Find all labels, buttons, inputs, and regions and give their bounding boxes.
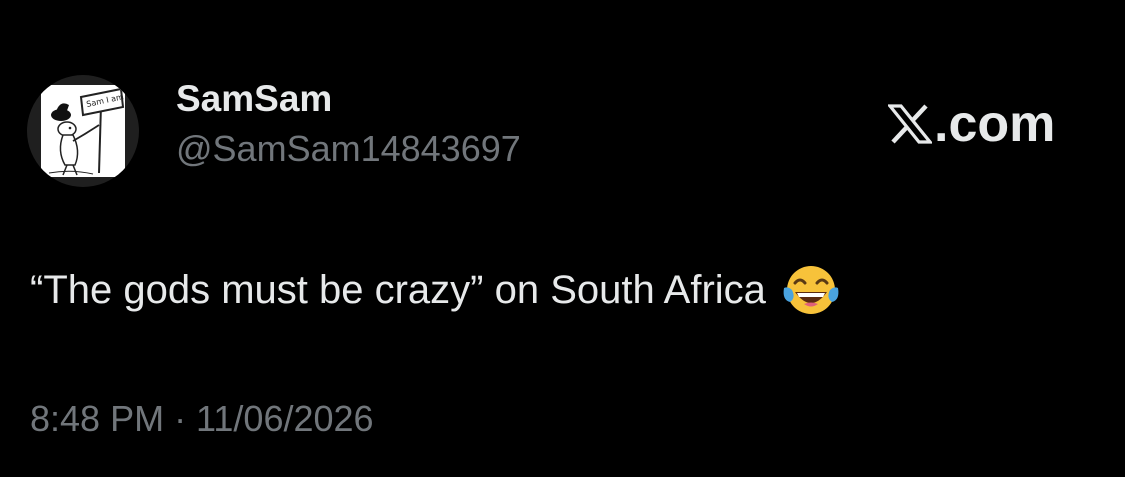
face-with-tears-of-joy-emoji-icon: [783, 266, 839, 314]
tweet-text: “The gods must be crazy” on South Africa: [30, 267, 766, 312]
cartoon-character-with-sign-avatar-icon: Sam I am: [48, 87, 125, 176]
avatar[interactable]: Sam I am: [27, 75, 139, 187]
avatar-image: Sam I am: [41, 85, 125, 177]
brand-label: .com: [934, 95, 1056, 153]
user-handle[interactable]: @SamSam14843697: [176, 128, 521, 170]
brand-watermark: .com: [888, 94, 1055, 154]
x-logo-icon: [888, 104, 932, 144]
tweet-body: “The gods must be crazy” on South Africa: [30, 262, 842, 318]
display-name[interactable]: SamSam: [176, 78, 332, 120]
tweet-timestamp[interactable]: 8:48 PM · 11/06/2026: [30, 398, 374, 440]
tweet-card: Sam I am SamSam @SamSam14843697 .com “Th…: [0, 0, 1125, 477]
